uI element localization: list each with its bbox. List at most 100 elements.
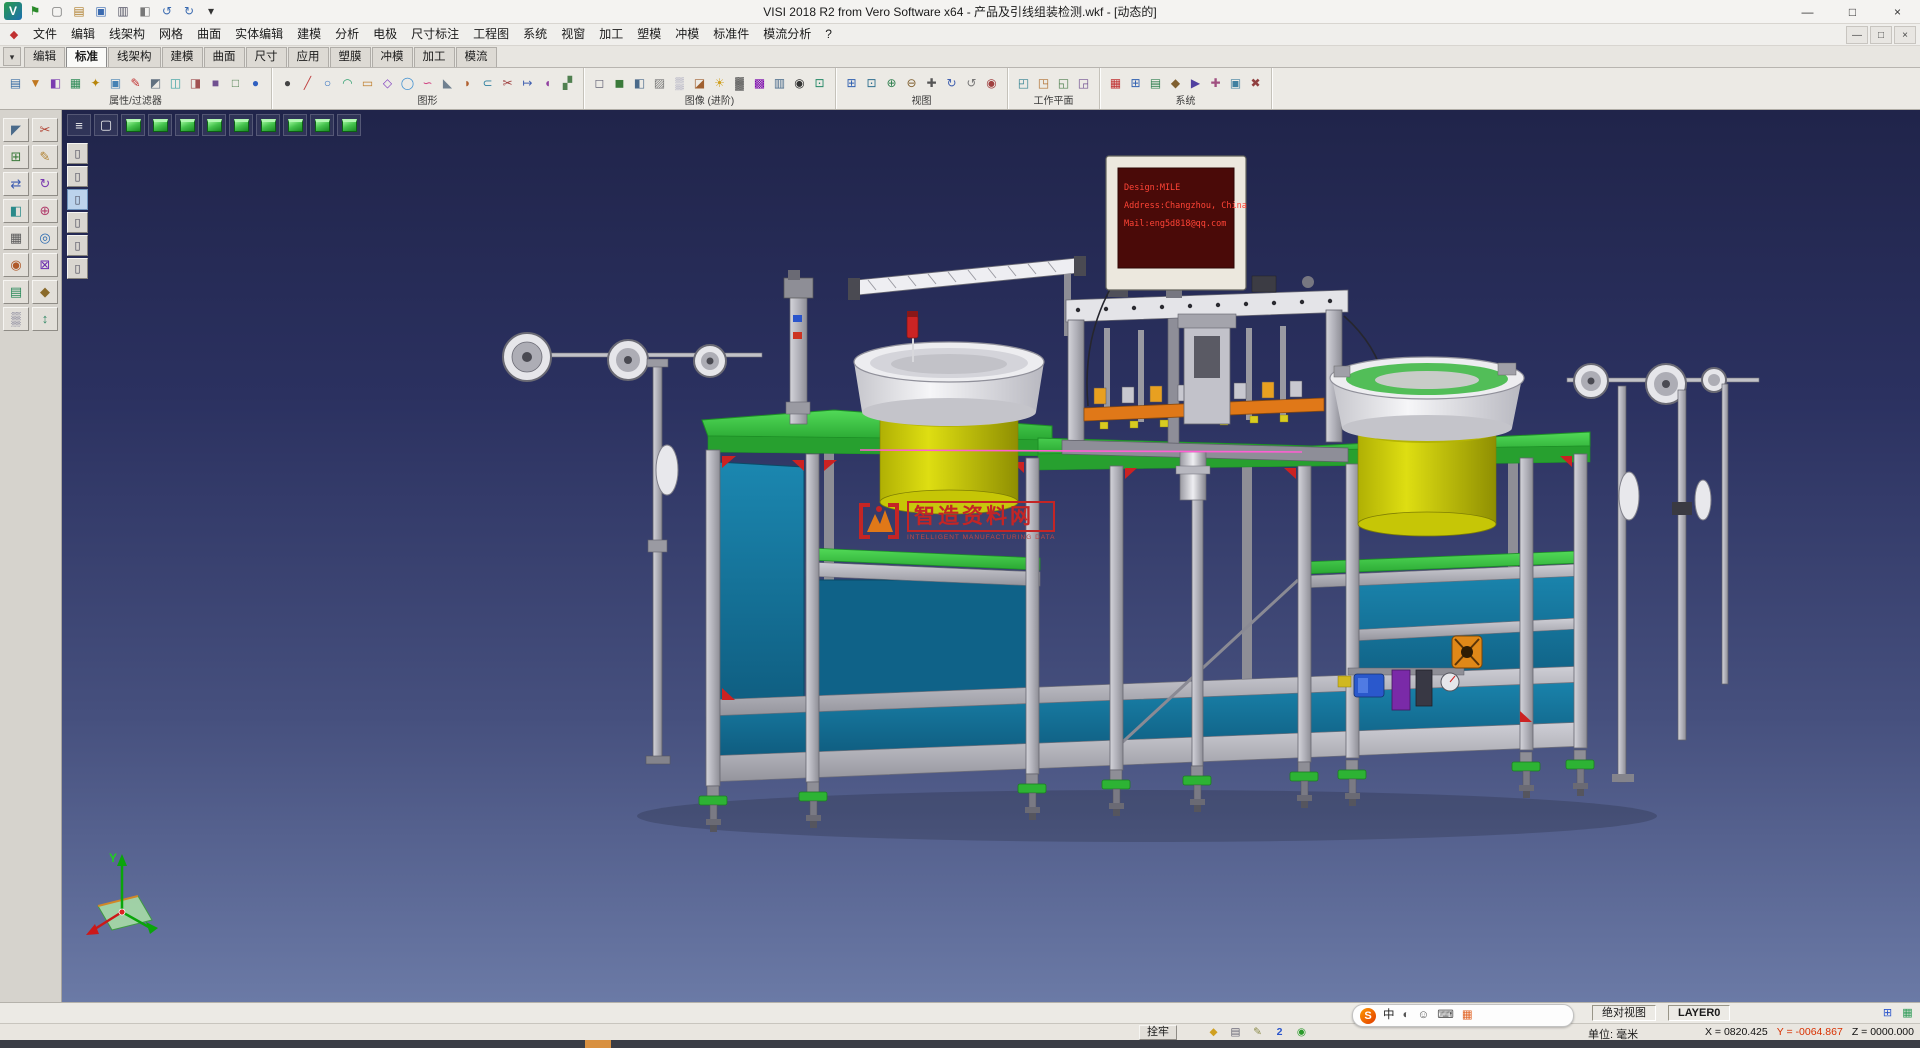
- plane-xy-icon[interactable]: ▯: [67, 189, 88, 210]
- point-tool-icon[interactable]: ◉: [3, 253, 29, 277]
- workplane-custom-icon[interactable]: ◲: [1074, 70, 1093, 94]
- background-icon[interactable]: ▥: [770, 70, 789, 94]
- 3d-viewport[interactable]: ≡▢ ▯▯▯▯▯▯: [62, 110, 1920, 1002]
- plugin-icon[interactable]: ✚: [1206, 70, 1225, 94]
- view-mode-panel[interactable]: 绝对视图: [1592, 1005, 1656, 1021]
- tab[interactable]: 编辑: [24, 47, 65, 67]
- chamfer-icon[interactable]: ◣: [438, 70, 457, 94]
- halfwidth-icon[interactable]: ◐: [1403, 1005, 1410, 1026]
- view-back-icon[interactable]: [175, 114, 199, 136]
- shaded-edges-icon[interactable]: ◧: [630, 70, 649, 94]
- view-dynamic-icon[interactable]: [337, 114, 361, 136]
- snapshot-icon[interactable]: ⊡: [810, 70, 829, 94]
- offset-tool-icon[interactable]: ⊕: [32, 199, 58, 223]
- info-icon[interactable]: ●: [246, 70, 265, 94]
- hatch-icon[interactable]: ▒: [3, 307, 29, 331]
- menu-item[interactable]: 视窗: [554, 24, 592, 45]
- extend-icon[interactable]: ↦: [518, 70, 537, 94]
- menu-item[interactable]: 线架构: [102, 24, 152, 45]
- view-isometric-icon[interactable]: [121, 114, 145, 136]
- tab[interactable]: 冲模: [372, 47, 413, 67]
- view-left-icon[interactable]: [202, 114, 226, 136]
- edit-note-icon[interactable]: ✎: [1250, 1025, 1265, 1040]
- grid-snap-icon[interactable]: ⊞: [3, 145, 29, 169]
- previous-view-icon[interactable]: ↺: [962, 70, 981, 94]
- menu-item[interactable]: 电极: [366, 24, 404, 45]
- tab[interactable]: 塑膜: [330, 47, 371, 67]
- menu-item[interactable]: ?: [818, 24, 839, 45]
- attributes-icon[interactable]: ◆: [32, 280, 58, 304]
- notes-icon[interactable]: ▯: [67, 166, 88, 187]
- mdi-restore-button[interactable]: □: [1870, 26, 1892, 44]
- layers-icon[interactable]: ▤: [3, 280, 29, 304]
- tab-dropdown-icon[interactable]: ▾: [3, 47, 21, 66]
- grid-toggle-icon[interactable]: ⊞: [1879, 1005, 1896, 1021]
- erase-attributes-icon[interactable]: ◩: [146, 70, 165, 94]
- close-button[interactable]: ×: [1875, 0, 1920, 24]
- section-icon[interactable]: ◪: [690, 70, 709, 94]
- tab[interactable]: 尺寸: [246, 47, 287, 67]
- plane-custom-icon[interactable]: ▯: [67, 258, 88, 279]
- arc-icon[interactable]: ◠: [338, 70, 357, 94]
- view-bottom-icon[interactable]: [283, 114, 307, 136]
- menu-item[interactable]: 加工: [592, 24, 630, 45]
- type-filter-icon[interactable]: ✦: [86, 70, 105, 94]
- polygon-icon[interactable]: ◇: [378, 70, 397, 94]
- menu-item[interactable]: 塑模: [630, 24, 668, 45]
- zoom-out-icon[interactable]: ⊖: [902, 70, 921, 94]
- taskbar-window-fragment[interactable]: [585, 1040, 611, 1048]
- menu-item[interactable]: 尺寸标注: [404, 24, 466, 45]
- view-right-icon[interactable]: [229, 114, 253, 136]
- offset-icon[interactable]: ⊂: [478, 70, 497, 94]
- group-icon[interactable]: ◫: [166, 70, 185, 94]
- update-icon[interactable]: ◆: [1206, 1025, 1221, 1040]
- keyboard-icon[interactable]: ⌨: [1437, 1005, 1454, 1026]
- macro-icon[interactable]: ▶: [1186, 70, 1205, 94]
- tab[interactable]: 应用: [288, 47, 329, 67]
- point-icon[interactable]: ●: [278, 70, 297, 94]
- dynamic-view-icon[interactable]: ◉: [982, 70, 1001, 94]
- plane-yz-icon[interactable]: ▯: [67, 235, 88, 256]
- shield-icon[interactable]: ◉: [1294, 1025, 1309, 1040]
- view-top-icon[interactable]: [256, 114, 280, 136]
- texture-icon[interactable]: ▩: [750, 70, 769, 94]
- plane-xz-icon[interactable]: ▯: [67, 212, 88, 233]
- menu-item[interactable]: 曲面: [190, 24, 228, 45]
- workplane-xy-icon[interactable]: ◰: [1014, 70, 1033, 94]
- wireframe-icon[interactable]: ◻: [590, 70, 609, 94]
- camera-icon[interactable]: ◉: [790, 70, 809, 94]
- tab[interactable]: 建模: [162, 47, 203, 67]
- ime-mode-icon[interactable]: 中: [1383, 1005, 1395, 1026]
- tab[interactable]: 线架构: [108, 47, 161, 67]
- view-front-icon[interactable]: [148, 114, 172, 136]
- viewport-menu-icon[interactable]: ≡: [67, 114, 91, 136]
- translate-icon[interactable]: ⇄: [3, 172, 29, 196]
- view-axonometric-icon[interactable]: [310, 114, 334, 136]
- fillet-icon[interactable]: ◗: [458, 70, 477, 94]
- pattern-icon[interactable]: ▞: [558, 70, 577, 94]
- hidden-line-icon[interactable]: ▨: [650, 70, 669, 94]
- printer-status-icon[interactable]: ▤: [1228, 1025, 1243, 1040]
- workplane-xz-icon[interactable]: ◳: [1034, 70, 1053, 94]
- rotate-icon[interactable]: ↻: [32, 172, 58, 196]
- restore-button[interactable]: □: [1830, 0, 1875, 24]
- select-icon[interactable]: ◤: [3, 118, 29, 142]
- menu-item[interactable]: 系统: [516, 24, 554, 45]
- mdi-close-button[interactable]: ×: [1894, 26, 1916, 44]
- measure-icon[interactable]: ↕: [32, 307, 58, 331]
- tab[interactable]: 加工: [414, 47, 455, 67]
- zoom-fit-icon[interactable]: ⊞: [842, 70, 861, 94]
- color-filter-icon[interactable]: ◧: [46, 70, 65, 94]
- copy-attributes-icon[interactable]: ▣: [106, 70, 125, 94]
- light-icon[interactable]: ☀: [710, 70, 729, 94]
- sogou-logo-icon[interactable]: S: [1360, 1008, 1376, 1024]
- emoji-icon[interactable]: ☺: [1417, 1005, 1429, 1026]
- circle-icon[interactable]: ○: [318, 70, 337, 94]
- delete-icon[interactable]: ⊠: [32, 253, 58, 277]
- minimize-button[interactable]: —: [1785, 0, 1830, 24]
- snap-toggle-icon[interactable]: ▦: [1899, 1005, 1916, 1021]
- menu-item[interactable]: 冲模: [668, 24, 706, 45]
- properties-icon[interactable]: ▤: [6, 70, 25, 94]
- line-icon[interactable]: ╱: [298, 70, 317, 94]
- mirror-tool-icon[interactable]: ◧: [3, 199, 29, 223]
